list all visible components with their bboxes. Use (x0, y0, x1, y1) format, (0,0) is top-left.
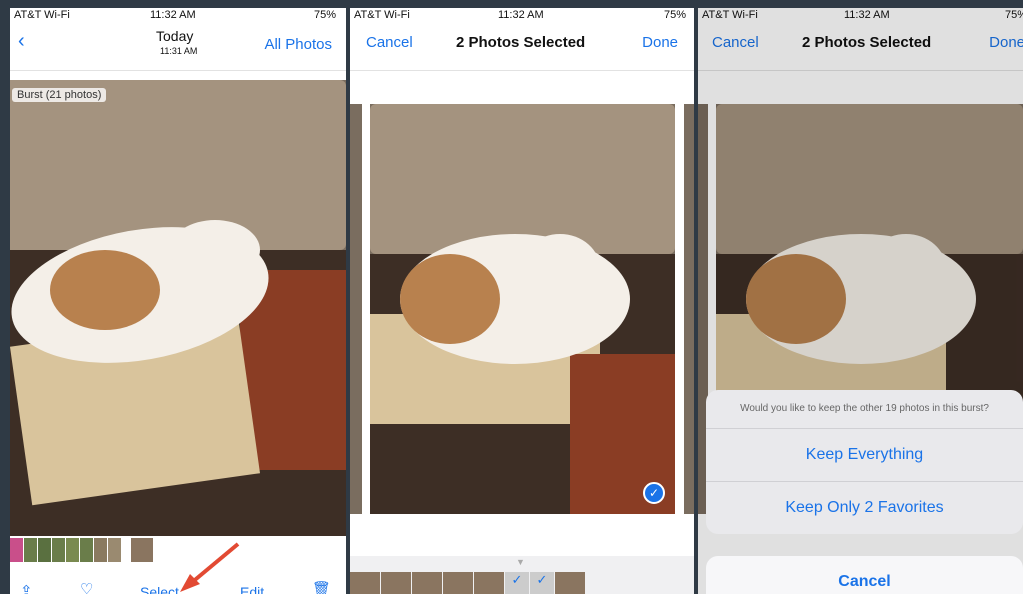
nav-title: Today (156, 28, 194, 44)
trash-icon[interactable]: 🗑 (312, 580, 331, 594)
selected-photo[interactable]: ✓ (370, 104, 675, 514)
burst-badge: Burst (21 photos) (12, 88, 107, 102)
carrier-label: AT&T Wi-Fi (354, 9, 410, 21)
burst-thumbnail-strip[interactable] (10, 538, 153, 562)
caret-down-icon: ▼ (516, 557, 525, 567)
burst-viewer-panel: AT&T Wi-Fi 11:32 AM 75% ‹ Today 11:31 AM… (10, 8, 346, 594)
sheet-cancel-button[interactable]: Cancel (706, 556, 1023, 594)
chevron-left-icon[interactable]: ‹ (18, 30, 25, 53)
selected-check-icon[interactable]: ✓ (643, 482, 665, 504)
action-sheet-message: Would you like to keep the other 19 phot… (706, 390, 1023, 429)
burst-photo[interactable]: Burst (21 photos) (10, 80, 346, 536)
battery-label: 75% (663, 9, 686, 21)
burst-thumbnail-strip[interactable]: ✓ ✓ (350, 572, 585, 594)
done-button[interactable]: Done (642, 34, 678, 51)
edit-button[interactable]: Edit (240, 584, 264, 594)
status-time: 11:32 AM (498, 9, 544, 21)
keep-everything-button[interactable]: Keep Everything (706, 429, 1023, 482)
prev-photo-peek[interactable] (350, 104, 362, 514)
select-photos-panel: AT&T Wi-Fi 11:32 AM 75% Cancel 2 Photos … (350, 8, 694, 594)
cancel-sheet: Cancel (706, 556, 1023, 594)
all-photos-button[interactable]: All Photos (264, 36, 332, 53)
carrier-label: AT&T Wi-Fi (14, 9, 70, 21)
status-bar: AT&T Wi-Fi 11:32 AM 75% (350, 8, 694, 24)
status-bar: AT&T Wi-Fi 11:32 AM 75% (10, 8, 346, 24)
annotation-arrow-icon (180, 542, 240, 592)
heart-icon[interactable]: ♡ (80, 580, 93, 594)
share-icon[interactable]: ⇪ (20, 582, 33, 594)
nav-title: 2 Photos Selected (456, 34, 586, 51)
status-time: 11:32 AM (150, 9, 196, 21)
battery-label: 75% (313, 9, 336, 21)
nav-subtitle: 11:31 AM (160, 46, 198, 56)
nav-bar: ‹ Today 11:31 AM All Photos (10, 24, 346, 71)
cancel-button[interactable]: Cancel (366, 34, 413, 51)
thumb-check-icon[interactable]: ✓ (505, 572, 529, 594)
keep-only-favorites-button[interactable]: Keep Only 2 Favorites (706, 482, 1023, 534)
thumbnail-strip-area: ▼ ✓ ✓ (350, 556, 694, 594)
thumb-check-icon[interactable]: ✓ (530, 572, 554, 594)
nav-bar: Cancel 2 Photos Selected Done (350, 24, 694, 71)
next-photo-peek[interactable] (684, 104, 694, 514)
keep-photos-panel: AT&T Wi-Fi 11:32 AM 75% Cancel 2 Photos … (698, 8, 1023, 594)
keep-photos-action-sheet: Would you like to keep the other 19 phot… (706, 390, 1023, 534)
